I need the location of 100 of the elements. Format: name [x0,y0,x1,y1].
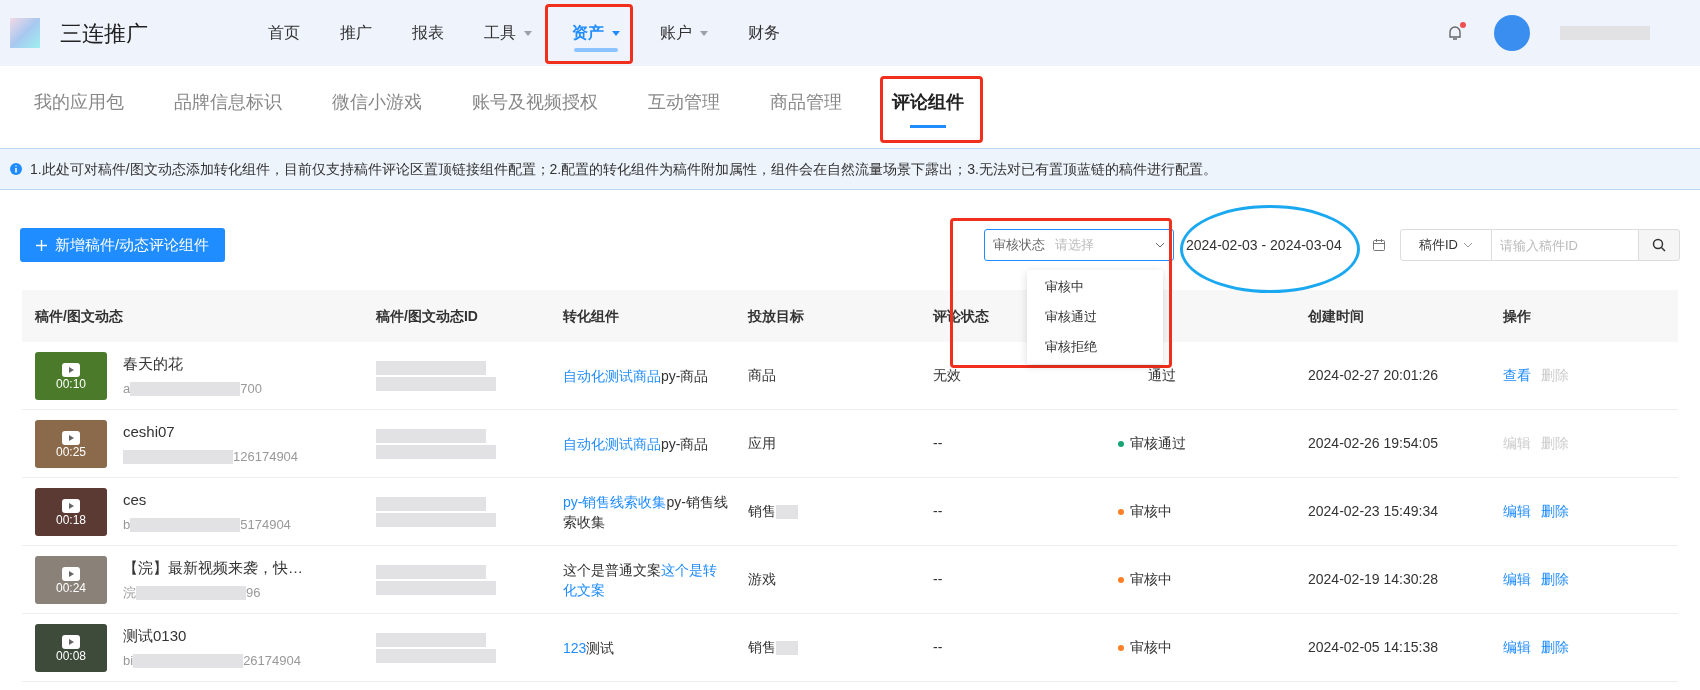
dropdown-option[interactable]: 审核通过 [1027,302,1163,332]
action-link[interactable]: 删除 [1541,637,1569,658]
comment-status: -- [933,570,943,589]
column-header: 转化组件 [563,306,619,326]
notification-bell-icon[interactable] [1446,24,1464,42]
logo-icon [10,18,40,48]
dropdown-option[interactable]: 审核中 [1027,272,1163,302]
chevron-icon [1155,242,1165,248]
created-time: 2024-02-05 14:15:38 [1308,638,1438,657]
action-link[interactable]: 编辑 [1503,637,1531,658]
info-icon [10,163,22,175]
post-id-text: 浣 [123,584,136,602]
brand-name: 三连推广 [60,19,148,48]
action-link[interactable]: 编辑 [1503,501,1531,522]
component-text: 123测试 [563,638,616,658]
target-text: 销售 [748,502,776,521]
video-duration: 00:10 [56,376,86,391]
component-text: 这个是普通文案这个是转化文案 [563,560,718,600]
nav-item[interactable]: 账户 [640,0,728,66]
action-link[interactable]: 删除 [1541,501,1569,522]
video-duration: 00:18 [56,512,86,527]
search-button[interactable] [1638,229,1680,261]
subtab[interactable]: 微信小游戏 [332,66,422,138]
column-header: 操作 [1503,306,1531,326]
subtab[interactable]: 评论组件 [892,66,964,138]
post-id-text: 126174904 [233,448,299,466]
component-text: 自动化测试商品py-商品 [563,366,710,386]
comment-status: -- [933,434,943,453]
column-header: 创建时间 [1308,306,1364,326]
subtab[interactable]: 账号及视频授权 [472,66,598,138]
nav-item[interactable]: 工具 [464,0,552,66]
comment-status: -- [933,638,943,657]
target-text: 销售 [748,638,776,657]
component-text: py-销售线索收集py-销售线索收集 [563,492,729,532]
post-id-text: a [123,380,131,398]
play-icon [62,632,80,649]
review-status: 通过 [1148,366,1176,385]
dropdown-option[interactable]: 审核拒绝 [1027,332,1163,362]
action-link[interactable]: 删除 [1541,569,1569,590]
post-id-text: 700 [240,380,262,398]
active-tab-indicator [910,125,946,128]
nav-item[interactable]: 推广 [320,0,392,66]
subtab[interactable]: 品牌信息标识 [174,66,282,138]
post-title: 【浣】最新视频来袭，快… [123,557,303,578]
id-search-field[interactable]: 请输入稿件ID [1492,229,1638,261]
created-time: 2024-02-19 14:30:28 [1308,570,1438,589]
active-underline [574,48,618,52]
nav-item[interactable]: 资产 [552,0,640,66]
review-status-select[interactable]: 审核状态 请选择 [984,229,1174,261]
calendar-icon [1372,238,1386,252]
play-icon [62,496,80,513]
subtab[interactable]: 我的应用包 [34,66,124,138]
column-header: 稿件/图文动态 [35,306,123,326]
target-text: 商品 [748,366,776,385]
redaction-block [776,504,798,519]
column-header: 投放目标 [748,306,804,326]
column-header: 稿件/图文动态ID [376,306,478,326]
add-component-button[interactable]: 新增稿件/动态评论组件 [20,228,226,262]
review-status: 审核中 [1130,570,1172,589]
review-status: 审核中 [1130,502,1172,521]
post-title: 测试0130 [123,625,188,646]
nav-item[interactable]: 首页 [248,0,320,66]
post-title: ceshi07 [123,421,176,442]
post-title: ces [123,489,148,510]
comment-status: -- [933,502,943,521]
review-status: 审核通过 [1130,434,1186,453]
notice-text: 1.此处可对稿件/图文动态添加转化组件，目前仅支持稿件评论区置顶链接组件配置；2.配置的转化组件为稿件附加属性，组件会在自然流量场景下露出；3.无法对已有置顶蓝链的稿件进行配置。 [30,159,1217,179]
play-icon [62,428,80,445]
date-range-field[interactable]: 2024-02-03 - 2024-03-04 [1186,229,1386,261]
post-title: 春天的花 [123,353,184,374]
search-icon [1652,238,1666,252]
nav-item[interactable]: 财务 [728,0,800,66]
component-text: 自动化测试商品py-商品 [563,434,710,454]
post-id-text: 5174904 [240,516,291,534]
subtab[interactable]: 商品管理 [770,66,842,138]
post-id-text: 26174904 [243,652,301,670]
nav-item[interactable]: 报表 [392,0,464,66]
created-time: 2024-02-27 20:01:26 [1308,366,1438,385]
created-time: 2024-02-23 15:49:34 [1308,502,1438,521]
post-id-text: bi [123,652,134,670]
created-time: 2024-02-26 19:54:05 [1308,434,1438,453]
avatar[interactable] [1494,15,1530,51]
post-id-text: 96 [246,584,261,602]
target-text: 游戏 [748,570,776,589]
comment-status: 无效 [933,366,961,385]
target-text: 应用 [748,434,776,453]
action-link[interactable]: 编辑 [1503,569,1531,590]
play-icon [62,360,80,377]
post-id-text: b [123,516,131,534]
redaction-block [776,640,798,655]
video-duration: 00:24 [56,580,86,595]
play-icon [62,564,80,581]
video-duration: 00:08 [56,648,86,663]
id-type-select[interactable]: 稿件ID [1400,229,1492,261]
chevron-icon [1463,242,1473,248]
plus-icon [36,239,47,251]
review-status: 审核中 [1130,638,1172,657]
subtab[interactable]: 互动管理 [648,66,720,138]
action-link[interactable]: 查看 [1503,365,1531,386]
video-duration: 00:25 [56,444,86,459]
